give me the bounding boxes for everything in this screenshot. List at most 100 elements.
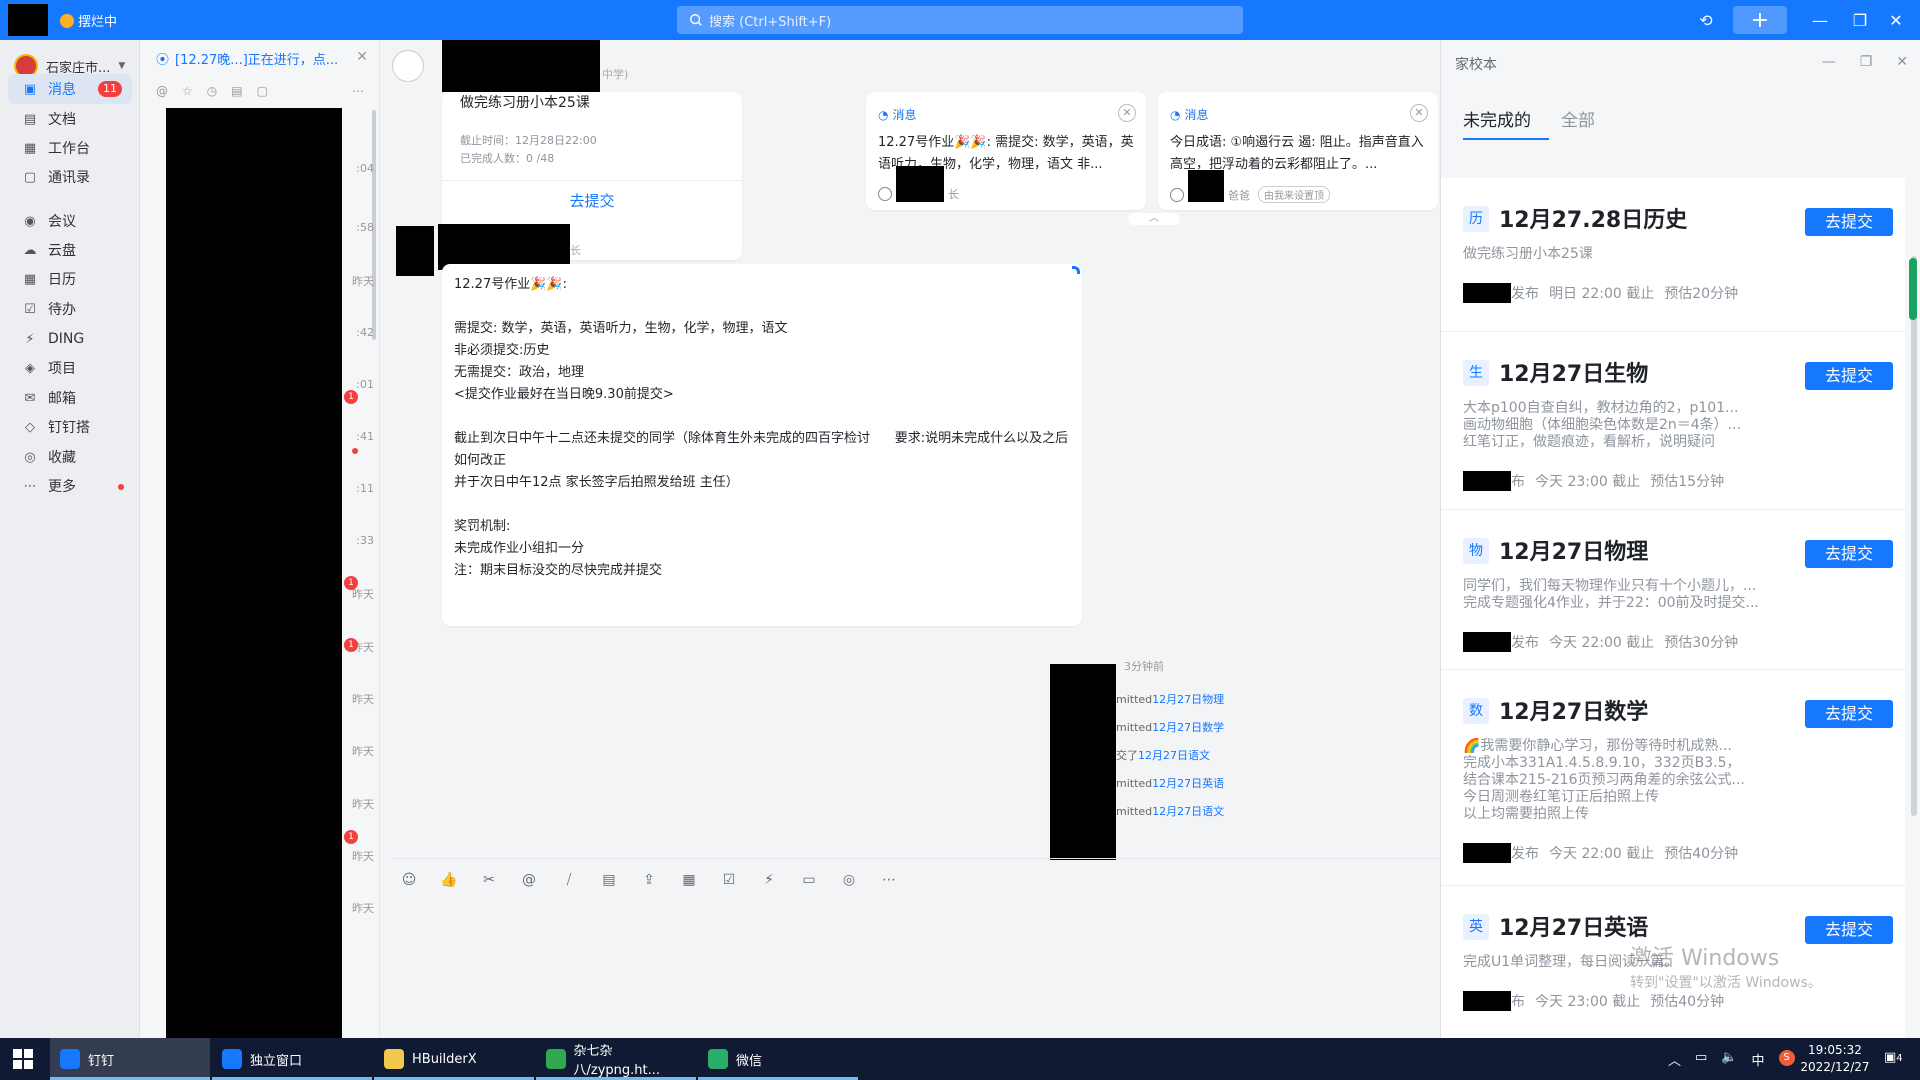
taskbar-app[interactable]: 独立窗口: [212, 1038, 372, 1080]
submit-homework-button[interactable]: 去提交: [1805, 362, 1893, 390]
sidebar-item[interactable]: ✉ 邮箱: [8, 383, 132, 413]
ding-icon[interactable]: ⚡: [760, 871, 778, 889]
redacted-publisher: [1463, 471, 1511, 491]
taskbar-app[interactable]: 杂七杂八/zypng.ht...: [536, 1038, 696, 1080]
pinned-message-card[interactable]: ◔ 消息 ✕ 12.27号作业🎉🎉: 需提交: 数学，英语，英语听力，生物，化学，…: [866, 92, 1146, 210]
notification-center-icon[interactable]: ▣4: [1884, 1050, 1903, 1065]
org-name: 石家庄市...: [46, 60, 111, 76]
homework-description: 🌈我需要你静心学习，那份等待时机成熟...: [1463, 738, 1783, 755]
notification-dot: [352, 448, 358, 454]
live-banner[interactable]: ⦿ [12.27晚...]正在进行，点... ✕: [140, 40, 379, 76]
sidebar-item[interactable]: ⋯ 更多: [8, 471, 132, 501]
close-banner-icon[interactable]: ✕: [356, 49, 368, 65]
sidebar-item[interactable]: ◇ 钉钉搭: [8, 412, 132, 442]
tab-incomplete[interactable]: 未完成的: [1463, 106, 1531, 131]
taskbar-app[interactable]: HBuilderX: [374, 1038, 534, 1080]
submit-homework-button[interactable]: 去提交: [1805, 916, 1893, 944]
close-pin-icon[interactable]: ✕: [1118, 104, 1136, 122]
emoji-icon[interactable]: ☺: [400, 871, 418, 889]
homework-link[interactable]: 12月27日物理: [1152, 693, 1224, 706]
collapse-pins-icon[interactable]: ︿: [1128, 213, 1180, 225]
homework-link[interactable]: 12月27日英语: [1152, 777, 1224, 790]
minimize-icon[interactable]: —: [1822, 54, 1836, 70]
sidebar-item[interactable]: ▣ 消息 11: [8, 74, 132, 104]
restore-icon[interactable]: ❐: [1848, 8, 1872, 32]
clock[interactable]: 19:05:32 2022/12/27: [1800, 1042, 1870, 1076]
group-filter-icon[interactable]: ▤: [231, 84, 242, 98]
sogou-icon[interactable]: S: [1778, 1050, 1795, 1066]
taskbar-app[interactable]: 钉钉: [50, 1038, 210, 1080]
sidebar-item[interactable]: ◈ 项目: [8, 353, 132, 383]
sidebar-item[interactable]: ⚡ DING: [8, 324, 132, 354]
volume-icon[interactable]: 🔈: [1721, 1050, 1737, 1069]
add-doc-icon[interactable]: ▤: [600, 871, 618, 889]
ime-indicator[interactable]: 中: [1752, 1050, 1765, 1069]
homework-link[interactable]: 12月27日语文: [1152, 805, 1224, 818]
sidebar-item[interactable]: ◎ 收藏: [8, 442, 132, 472]
tab-all[interactable]: 全部: [1561, 106, 1595, 131]
submit-homework-button[interactable]: 去提交: [1805, 700, 1893, 728]
upload-file-icon[interactable]: ⇪: [640, 871, 658, 889]
search-input[interactable]: 搜索 (Ctrl+Shift+F): [677, 6, 1243, 34]
mention-icon[interactable]: @: [520, 871, 538, 889]
pin-footer: 爸爸 由我来设置顶: [1170, 169, 1330, 203]
close-icon[interactable]: ✕: [1896, 54, 1908, 70]
homework-card[interactable]: 历 12月27.28日历史 去提交 做完练习册小本25课 发布 明日 22:00 截止 预估…: [1441, 178, 1905, 332]
sender-avatar[interactable]: [396, 226, 434, 276]
redacted-conversations[interactable]: [166, 108, 342, 1038]
panel-controls: — ❐ ✕: [1822, 54, 1908, 70]
sidebar-item[interactable]: ▦ 日历: [8, 264, 132, 294]
conversation-time: 昨天: [352, 275, 374, 288]
chevron-up-icon[interactable]: ︿: [1668, 1050, 1681, 1069]
slash-command-icon[interactable]: ⧸: [560, 871, 578, 889]
homework-card[interactable]: 生 12月27日生物 去提交 大本p100自查自纠，教材边角的2，p101... 画动物…: [1441, 332, 1905, 510]
like-icon[interactable]: 👍: [440, 871, 458, 889]
popout-icon[interactable]: ❐: [1860, 54, 1873, 70]
scroll-thumb[interactable]: [1909, 258, 1917, 320]
homework-link[interactable]: 12月27日数学: [1152, 721, 1224, 734]
submit-task-button[interactable]: 去提交: [442, 190, 742, 211]
sidebar-item[interactable]: ▦ 工作台: [8, 133, 132, 163]
scissors-icon[interactable]: ✂: [480, 871, 498, 889]
meta-text: 明日 22:00 截止: [1549, 286, 1655, 302]
close-icon[interactable]: ✕: [1884, 8, 1908, 32]
homework-card[interactable]: 数 12月27日数学 去提交 🌈我需要你静心学习，那份等待时机成熟... 完成小本331…: [1441, 670, 1905, 886]
history-icon[interactable]: ⟲: [1694, 8, 1718, 32]
taskbar-app[interactable]: 微信: [698, 1038, 858, 1080]
pin-label: 消息: [892, 108, 917, 122]
sidebar-item[interactable]: ☑ 待办: [8, 294, 132, 324]
user-status[interactable]: 摆烂中: [60, 11, 117, 30]
windows-start-icon[interactable]: [12, 1048, 34, 1070]
submit-homework-button[interactable]: 去提交: [1805, 208, 1893, 236]
panel-scrollbar[interactable]: [1911, 256, 1917, 816]
recent-filter-icon[interactable]: ◷: [207, 84, 217, 98]
calendar-icon[interactable]: ▦: [680, 871, 698, 889]
sidebar-item[interactable]: ◉ 会议: [8, 206, 132, 236]
network-icon[interactable]: ▭: [1695, 1050, 1707, 1069]
doc-filter-icon[interactable]: ▢: [257, 84, 268, 98]
close-pin-icon[interactable]: ✕: [1410, 104, 1428, 122]
sidebar-item[interactable]: ☁ 云盘: [8, 235, 132, 265]
homework-link[interactable]: 12月27日语文: [1138, 749, 1210, 762]
taskbar-app-label: 独立窗口: [250, 1053, 303, 1069]
group-avatar[interactable]: [392, 50, 424, 82]
message-bubble[interactable]: 12.27号作业🎉🎉: 需提交: 数学，英语，英语听力，生物，化学，物理，语文 …: [442, 264, 1082, 626]
avatar: [1170, 187, 1184, 202]
taskbar-app-label: 杂七杂八/zypng.ht...: [573, 1044, 661, 1078]
mention-filter-icon[interactable]: @: [156, 84, 168, 98]
pinned-message-card[interactable]: ◔ 消息 ✕ 今日成语: ①响遏行云 遏: 阻止。指声音直入高空，把浮动着的云彩都…: [1158, 92, 1438, 210]
read-indicator-icon: [1072, 266, 1080, 274]
user-avatar[interactable]: [8, 4, 48, 36]
more-icon[interactable]: ⋯: [352, 84, 364, 98]
add-button[interactable]: +: [1733, 6, 1787, 34]
minimize-icon[interactable]: —: [1808, 8, 1832, 32]
more-icon[interactable]: ⋯: [880, 871, 898, 889]
task-check-icon[interactable]: ☑: [720, 871, 738, 889]
submit-homework-button[interactable]: 去提交: [1805, 540, 1893, 568]
star-filter-icon[interactable]: ☆: [182, 84, 193, 98]
sidebar-item[interactable]: ▤ 文档: [8, 104, 132, 134]
homework-card[interactable]: 物 12月27日物理 去提交 同学们，我们每天物理作业只有十个小题儿，... 完成专题强…: [1441, 510, 1905, 670]
sidebar-item[interactable]: ▢ 通讯录: [8, 162, 132, 192]
reply-icon[interactable]: ▭: [800, 871, 818, 889]
voice-icon[interactable]: ◎: [840, 871, 858, 889]
